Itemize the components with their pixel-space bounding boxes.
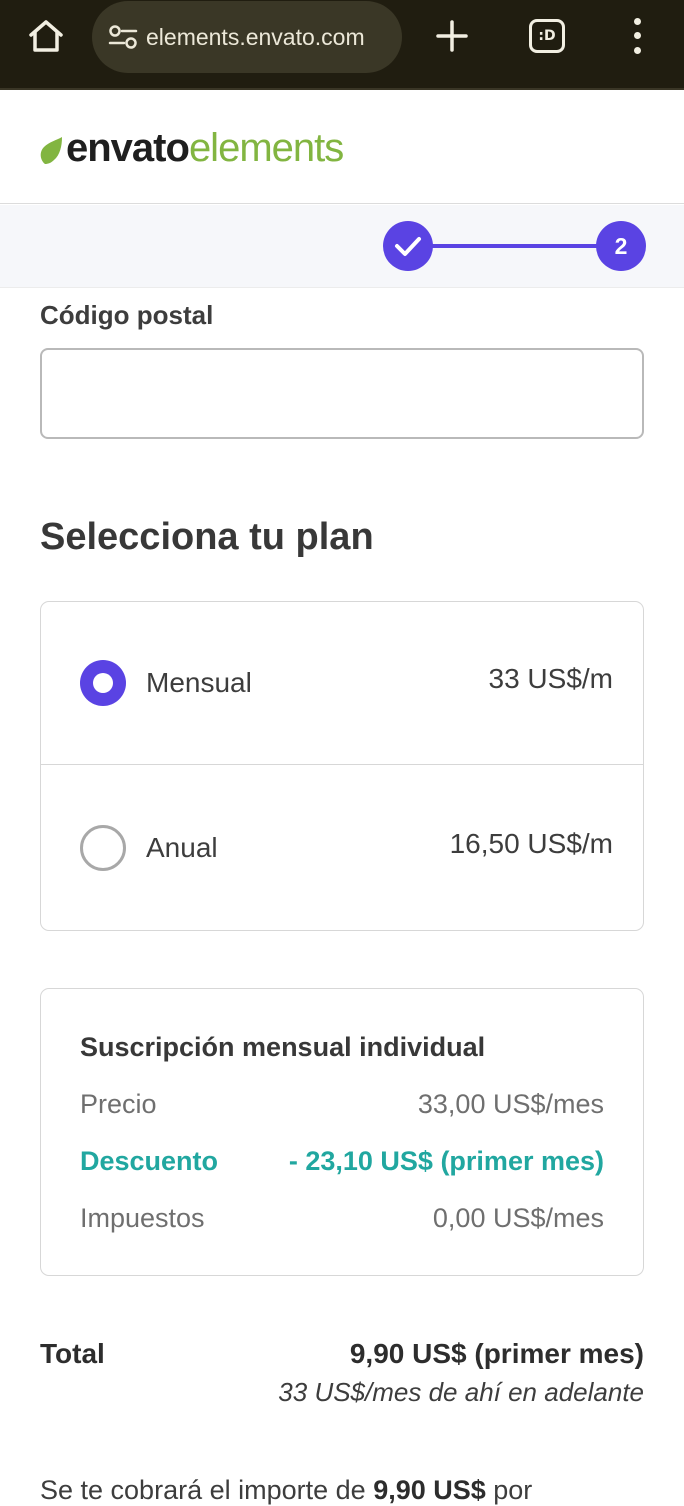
tab-switcher-button[interactable]: :D [529, 19, 565, 53]
plan-selector: Mensual 33 US$/m Anual 16,50 US$/m [40, 601, 644, 931]
plan-name: Mensual [146, 667, 252, 698]
total-recurring-note: 33 US$/mes de ahí en adelante [278, 1377, 644, 1407]
site-header: envato elements [0, 92, 684, 204]
plan-heading: Selecciona tu plan [40, 516, 374, 558]
browser-toolbar: elements.envato.com :D [0, 0, 684, 90]
plan-option-annual[interactable]: Anual 16,50 US$/m [41, 766, 643, 929]
postal-code-input[interactable] [40, 348, 644, 439]
total-label: Total [40, 1338, 105, 1369]
plan-option-monthly[interactable]: Mensual 33 US$/m [41, 602, 643, 765]
logo-word-envato: envato [66, 125, 190, 170]
summary-title: Suscripción mensual individual [80, 1032, 486, 1062]
summary-label: Precio [80, 1089, 157, 1119]
summary-row-discount: Descuento - 23,10 US$ (primer mes) [80, 1146, 604, 1177]
url-text[interactable]: elements.envato.com [146, 24, 388, 51]
check-icon [395, 237, 421, 256]
summary-label: Impuestos [80, 1203, 205, 1233]
step-2-current: 2 [596, 221, 646, 271]
plan-price: 16,50 US$/m [449, 827, 613, 859]
step-1-completed [383, 221, 433, 271]
summary-row-price: Precio 33,00 US$/mes [80, 1089, 604, 1120]
total-value: 9,90 US$ (primer mes) [349, 1338, 644, 1369]
charge-note-amount: 9,90 US$ [373, 1475, 486, 1505]
logo-word-elements: elements [188, 125, 344, 170]
summary-value: 0,00 US$/mes [432, 1203, 604, 1233]
radio-unselected[interactable] [80, 824, 126, 871]
new-tab-icon[interactable] [430, 16, 474, 56]
overflow-menu-icon[interactable] [622, 14, 652, 58]
charge-note: Se te cobrará el importe de 9,90 US$ por [40, 1475, 644, 1506]
home-icon[interactable] [24, 16, 68, 56]
plan-name: Anual [146, 831, 218, 863]
stepper-connector [420, 244, 610, 248]
order-summary: Suscripción mensual individual Precio 33… [40, 988, 644, 1276]
summary-value: 33,00 US$/mes [417, 1089, 604, 1119]
radio-selected[interactable] [80, 660, 126, 706]
address-bar[interactable]: elements.envato.com [92, 1, 402, 73]
site-settings-icon[interactable] [106, 20, 140, 54]
summary-row-taxes: Impuestos 0,00 US$/mes [80, 1203, 604, 1234]
plan-price: 33 US$/m [488, 663, 614, 694]
summary-label: Descuento [80, 1146, 219, 1176]
postal-code-label: Código postal [40, 300, 214, 330]
summary-value: - 23,10 US$ (primer mes) [288, 1146, 604, 1176]
charge-note-prefix: Se te cobrará el importe de [40, 1475, 374, 1505]
leaf-icon [40, 137, 62, 164]
charge-note-suffix: por [485, 1475, 533, 1505]
envato-elements-logo[interactable]: envato elements [38, 124, 344, 172]
checkout-stepper: 2 [0, 205, 684, 288]
